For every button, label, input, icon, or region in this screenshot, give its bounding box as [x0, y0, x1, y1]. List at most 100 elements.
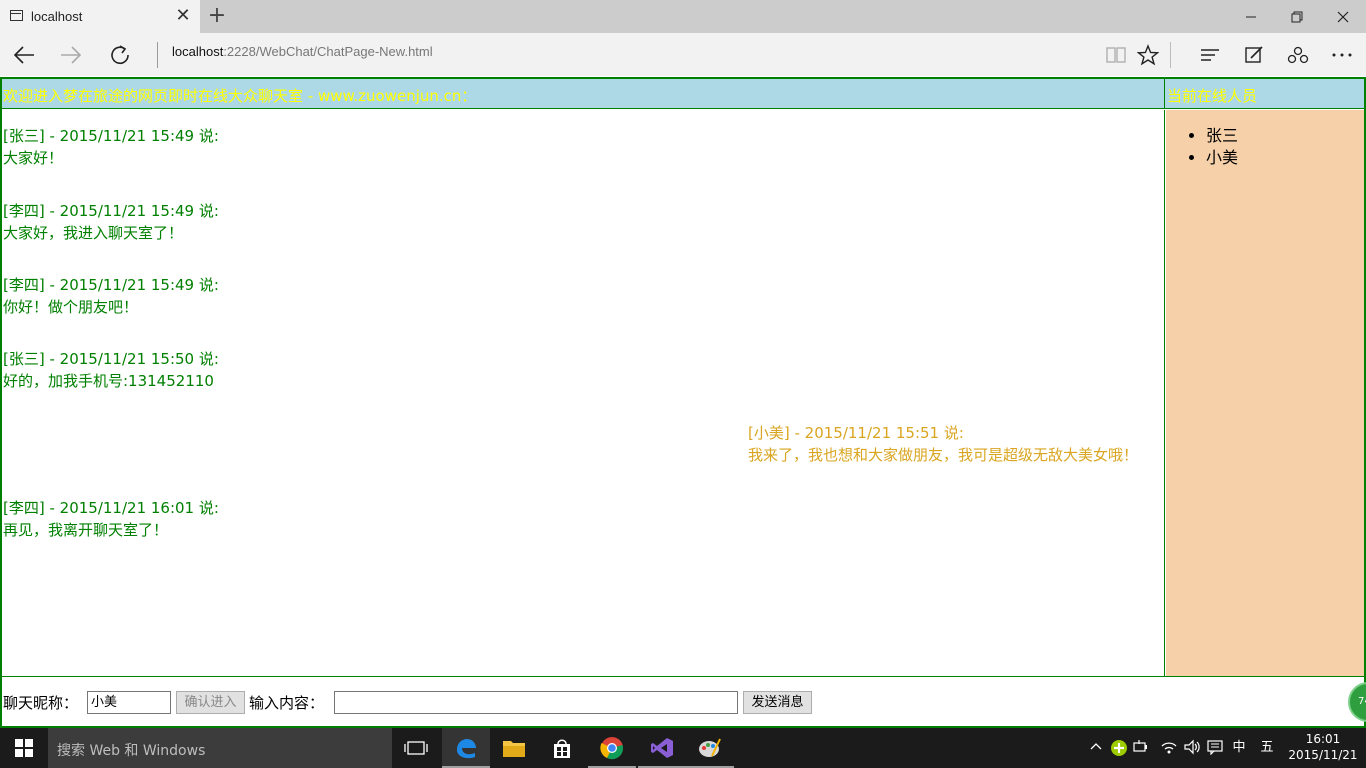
- back-button[interactable]: [9, 40, 39, 70]
- online-header: 当前在线人员: [1165, 79, 1364, 109]
- nick-label: 聊天昵称：: [3, 694, 79, 712]
- favorite-button[interactable]: [1133, 40, 1163, 70]
- address-divider: [157, 42, 158, 68]
- share-icon: [1287, 46, 1309, 64]
- hub-icon: [1201, 49, 1219, 61]
- message-item: [张三] - 2015/11/21 15:50 说: 好的，加我手机号:1314…: [3, 348, 219, 392]
- reading-view-icon: [1106, 47, 1126, 63]
- message-text: 好的，加我手机号:131452110: [3, 372, 214, 390]
- taskbar-store[interactable]: [538, 728, 586, 768]
- message-text: 再见，我离开聊天室了！: [3, 521, 169, 539]
- share-button[interactable]: [1283, 40, 1313, 70]
- message-header: [张三] - 2015/11/21 15:49 说:: [3, 127, 219, 145]
- more-button[interactable]: [1327, 40, 1357, 70]
- web-note-icon: [1245, 46, 1263, 63]
- search-box[interactable]: 搜索 Web 和 Windows: [48, 728, 392, 768]
- message-header: [李四] - 2015/11/21 15:49 说:: [3, 276, 219, 294]
- edge-icon: [457, 739, 476, 759]
- chrome-icon: [600, 737, 623, 760]
- minimize-button[interactable]: [1228, 0, 1274, 33]
- show-hidden-icons-chevron-icon[interactable]: [1087, 739, 1105, 757]
- tab-title: localhost: [31, 9, 83, 24]
- action-center-icon[interactable]: [1206, 739, 1224, 757]
- welcome-text: 欢迎进入梦在旅途的网页即时在线大众聊天室 - www.zuowenjun.cn：: [3, 87, 477, 105]
- clock-time: 16:01: [1305, 732, 1341, 746]
- send-button[interactable]: 发送消息: [743, 691, 812, 714]
- own-message-item: [小美] - 2015/11/21 15:51 说: 我来了，我也想和大家做朋友…: [748, 422, 1138, 466]
- tray-app-icon[interactable]: [1110, 739, 1128, 757]
- taskbar-file-explorer[interactable]: [490, 728, 538, 768]
- message-header: [张三] - 2015/11/21 15:50 说:: [3, 350, 219, 368]
- url-host: localhost: [172, 44, 224, 59]
- power-icon[interactable]: [1133, 739, 1151, 757]
- task-view-icon: [404, 741, 428, 755]
- ime-language-indicator[interactable]: 中: [1230, 739, 1248, 757]
- folder-icon: [503, 741, 525, 757]
- chat-page: 欢迎进入梦在旅途的网页即时在线大众聊天室 - www.zuowenjun.cn：…: [0, 76, 1366, 728]
- task-view-button[interactable]: [392, 728, 440, 768]
- refresh-icon: [111, 45, 129, 65]
- visual-studio-icon: [651, 738, 673, 758]
- windows-taskbar: 搜索 Web 和 Windows 中 五 16:01 2015/11/21: [0, 728, 1366, 768]
- message-header: [李四] - 2015/11/21 16:01 说:: [3, 499, 219, 517]
- web-note-button[interactable]: [1239, 40, 1269, 70]
- close-tab-icon[interactable]: ✕: [174, 6, 192, 26]
- star-icon: [1137, 44, 1159, 66]
- message-item: [李四] - 2015/11/21 15:49 说: 你好！做个朋友吧！: [3, 274, 219, 318]
- online-users-list: 张三 小美: [1206, 125, 1238, 169]
- restore-icon: [1291, 11, 1303, 22]
- message-text: 我来了，我也想和大家做朋友，我可是超级无敌大美女哦！: [748, 446, 1139, 464]
- refresh-button[interactable]: [105, 40, 135, 70]
- minimize-icon: [1246, 16, 1256, 17]
- hub-button[interactable]: [1195, 40, 1225, 70]
- message-list: [张三] - 2015/11/21 15:49 说: 大家好！ [李四] - 2…: [2, 110, 1165, 676]
- restore-button[interactable]: [1274, 0, 1320, 33]
- toolbar-divider: [1170, 42, 1171, 68]
- volume-icon[interactable]: [1183, 739, 1201, 757]
- message-item: [李四] - 2015/11/21 15:49 说: 大家好，我进入聊天室了！: [3, 200, 219, 244]
- start-button[interactable]: [0, 728, 48, 768]
- taskbar-edge[interactable]: [442, 728, 490, 768]
- online-user: 张三: [1206, 125, 1238, 147]
- content-label: 输入内容：: [249, 694, 325, 712]
- reading-view-button[interactable]: [1101, 40, 1131, 70]
- url-path: :2228/WebChat/ChatPage-New.html: [223, 44, 433, 59]
- search-placeholder: 搜索 Web 和 Windows: [57, 743, 206, 759]
- online-users-panel: 张三 小美: [1166, 110, 1364, 676]
- taskbar-clock[interactable]: 16:01 2015/11/21: [1283, 731, 1363, 763]
- message-text: 大家好！: [3, 149, 64, 167]
- new-tab-icon[interactable]: +: [207, 4, 227, 28]
- message-input[interactable]: [334, 691, 738, 714]
- close-icon: [1337, 11, 1349, 22]
- browser-tab[interactable]: localhost ✕: [0, 0, 200, 33]
- address-bar[interactable]: localhost:2228/WebChat/ChatPage-New.html: [172, 44, 433, 59]
- nick-input[interactable]: 小美: [87, 691, 171, 714]
- taskbar-paint[interactable]: [686, 728, 734, 768]
- taskbar-visual-studio[interactable]: [638, 728, 686, 768]
- chat-input-bar: 聊天昵称： 小美 确认进入 输入内容： 发送消息: [2, 676, 1364, 726]
- welcome-header: 欢迎进入梦在旅途的网页即时在线大众聊天室 - www.zuowenjun.cn：: [2, 79, 1165, 109]
- ime-mode-indicator[interactable]: 五: [1258, 739, 1276, 757]
- browser-toolbar: localhost:2228/WebChat/ChatPage-New.html: [0, 33, 1366, 76]
- message-item: [张三] - 2015/11/21 15:49 说: 大家好！: [3, 125, 219, 169]
- clock-date: 2015/11/21: [1288, 748, 1358, 762]
- store-icon: [554, 739, 570, 758]
- forward-button[interactable]: [56, 40, 86, 70]
- more-icon: [1332, 53, 1352, 57]
- paint-icon: [699, 738, 721, 757]
- message-text: 你好！做个朋友吧！: [3, 298, 139, 316]
- message-header: [李四] - 2015/11/21 15:49 说:: [3, 202, 219, 220]
- close-window-button[interactable]: [1320, 0, 1366, 33]
- enter-button[interactable]: 确认进入: [176, 691, 245, 714]
- page-icon: [10, 10, 23, 21]
- online-title: 当前在线人员: [1167, 87, 1258, 105]
- message-header: [小美] - 2015/11/21 15:51 说:: [748, 424, 964, 442]
- back-arrow-icon: [13, 46, 34, 64]
- browser-tab-bar: localhost ✕ +: [0, 0, 1366, 33]
- message-text: 大家好，我进入聊天室了！: [3, 224, 184, 242]
- forward-arrow-icon: [61, 46, 82, 64]
- taskbar-chrome[interactable]: [588, 728, 636, 768]
- online-user: 小美: [1206, 147, 1238, 169]
- network-wifi-icon[interactable]: [1160, 739, 1178, 757]
- windows-logo-icon: [15, 739, 33, 757]
